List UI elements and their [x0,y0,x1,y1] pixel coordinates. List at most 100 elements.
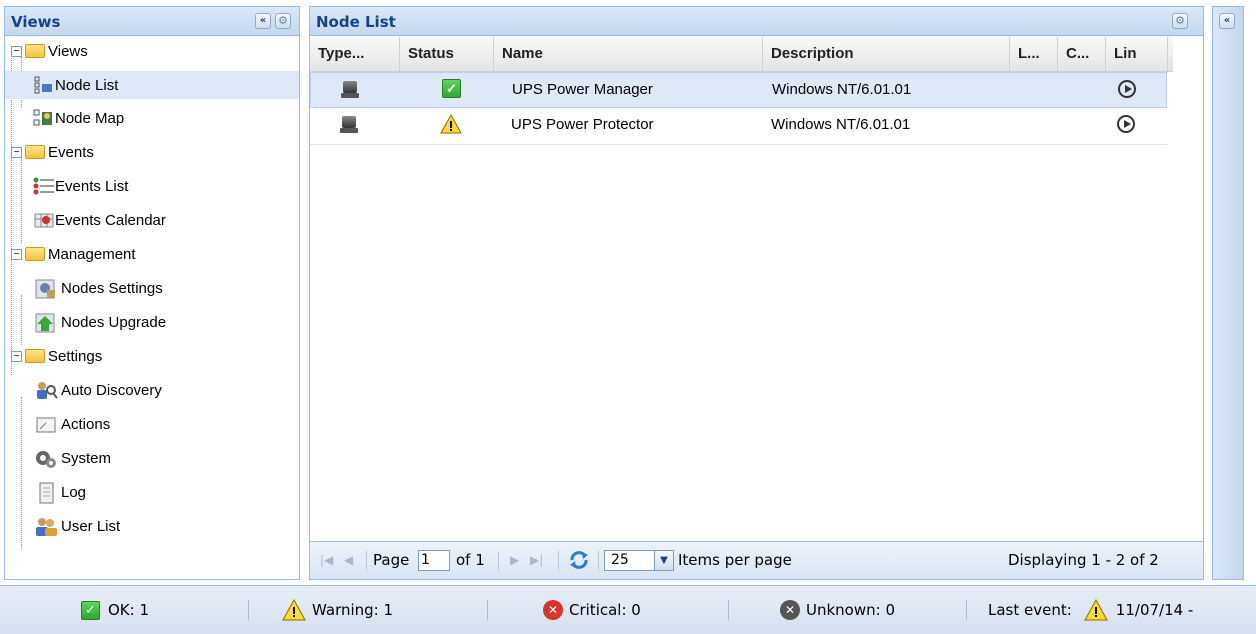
refresh-icon[interactable] [568,549,590,571]
node-list-gear-icon[interactable]: ⚙ [1172,13,1188,29]
tree-item-actions[interactable]: Actions [33,410,110,438]
node-name: UPS Power Manager [512,81,653,98]
grid-header: Type... Status Name Description L... C..… [310,37,1173,72]
views-tree: − Views Node List Node Map − Events Even [5,37,299,579]
node-name: UPS Power Protector [511,116,654,133]
status-last-event: Last event: 11/07/14 - [988,586,1193,634]
tree-folder-management[interactable]: − Management [11,240,136,268]
views-gear-icon[interactable]: ⚙ [275,13,291,29]
node-list-header: Node List ⚙ [310,7,1203,36]
folder-icon [25,44,45,58]
computer-icon [340,116,358,150]
warning-icon [282,599,306,621]
system-gear-icon [33,448,59,468]
tree-item-label: Nodes Upgrade [61,313,167,331]
tree-folder-label: Events [48,143,94,161]
tree-folder-label: Management [48,245,136,263]
column-c[interactable]: C... [1058,37,1106,71]
column-type[interactable]: Type... [310,37,400,71]
warning-icon [1083,599,1108,621]
tree-item-node-map[interactable]: Node Map [33,104,124,132]
column-description[interactable]: Description [763,37,1010,71]
events-list-icon [33,176,54,196]
tree-item-system[interactable]: System [33,444,111,472]
tree-item-label: Auto Discovery [61,381,162,399]
page-size-select[interactable]: 25 ▼ [604,550,674,571]
tree-item-label: Nodes Settings [61,279,163,297]
status-unknown: ✕ Unknown: 0 [780,586,895,634]
unknown-count: Unknown: 0 [806,601,895,619]
column-name[interactable]: Name [494,37,763,71]
tree-item-nodes-settings[interactable]: Nodes Settings [33,274,163,302]
tree-folder-label: Settings [48,347,103,365]
page-size-value: 25 [611,552,629,568]
status-critical: ✕ Critical: 0 [543,586,641,634]
table-row[interactable]: UPS Power Protector Windows NT/6.01.01 [310,108,1167,145]
node-list-panel: Node List ⚙ Type... Status Name Descript… [309,6,1204,580]
prev-page-icon[interactable]: ◀ [344,553,353,567]
last-page-icon[interactable]: ▶| [530,553,543,567]
node-list-title: Node List [316,13,396,31]
play-icon[interactable] [1117,115,1135,135]
last-event-time[interactable]: 11/07/14 - [1116,601,1194,619]
views-panel-title: Views [11,13,61,31]
column-link[interactable]: Lin [1106,37,1168,71]
folder-icon [25,145,45,159]
tree-item-log[interactable]: Log [33,478,86,506]
log-icon [33,482,59,504]
node-list-icon [33,75,53,95]
status-ok: ✓ OK: 1 [81,586,149,634]
tree-item-label: Node Map [55,109,125,127]
play-icon[interactable] [1118,80,1136,100]
auto-discovery-icon [33,380,59,400]
pagination-toolbar: |◀ ◀ Page 1 of 1 ▶ ▶| 25 ▼ Items per pag… [310,541,1203,579]
warning-count: Warning: 1 [312,601,394,619]
collapse-toggle-icon[interactable]: − [11,350,22,362]
tree-folder-views[interactable]: − Views [11,37,299,65]
last-event-label: Last event: [988,601,1072,619]
collapse-toggle-icon[interactable]: − [11,248,22,260]
tree-item-label: Actions [61,415,111,433]
collapse-toggle-icon[interactable]: − [11,146,22,158]
tree-folder-events[interactable]: − Events [11,138,94,166]
tree-item-user-list[interactable]: User List [33,512,120,540]
node-description: Windows NT/6.01.01 [772,81,912,98]
status-bar: ✓ OK: 1 Warning: 1 ✕ Critical: 0 ✕ Unkno… [0,585,1256,634]
ok-count: OK: 1 [108,601,150,619]
status-ok-icon: ✓ [442,79,461,99]
folder-icon [25,349,45,363]
tree-item-events-calendar[interactable]: Events Calendar [33,206,166,234]
views-panel-header: Views « ⚙ [5,7,299,36]
status-warning: Warning: 1 [282,586,393,634]
tree-item-nodes-upgrade[interactable]: Nodes Upgrade [33,308,166,336]
tree-item-label: User List [61,517,121,535]
views-panel: Views « ⚙ − Views Node List Node Map − E… [4,6,300,580]
page-number-input[interactable]: 1 [418,550,450,571]
column-l[interactable]: L... [1010,37,1058,71]
tree-folder-settings[interactable]: − Settings [11,342,102,370]
tree-item-events-list[interactable]: Events List [33,172,128,200]
unknown-x-icon: ✕ [780,600,800,620]
collapse-toggle-icon[interactable]: − [11,45,22,57]
first-page-icon[interactable]: |◀ [320,553,333,567]
chevron-down-icon[interactable]: ▼ [654,551,673,570]
column-status[interactable]: Status [400,37,494,71]
tree-item-label: Events Calendar [55,211,166,229]
node-description: Windows NT/6.01.01 [771,116,911,133]
node-map-icon [33,108,53,128]
page-label: Page [373,551,410,569]
tree-item-node-list[interactable]: Node List [5,71,299,99]
critical-count: Critical: 0 [569,601,641,619]
tree-item-auto-discovery[interactable]: Auto Discovery [33,376,162,404]
next-page-icon[interactable]: ▶ [510,553,519,567]
page-of-label: of 1 [456,551,485,569]
events-calendar-icon [33,210,54,230]
tree-item-label: Node List [55,76,119,94]
ok-check-icon: ✓ [81,600,100,620]
folder-icon [25,247,45,261]
critical-x-icon: ✕ [543,600,563,620]
east-collapsed-panel[interactable]: « [1212,6,1244,580]
table-row[interactable]: ✓ UPS Power Manager Windows NT/6.01.01 [310,72,1167,108]
collapse-right-button[interactable]: « [1219,13,1235,29]
collapse-left-button[interactable]: « [255,13,271,29]
